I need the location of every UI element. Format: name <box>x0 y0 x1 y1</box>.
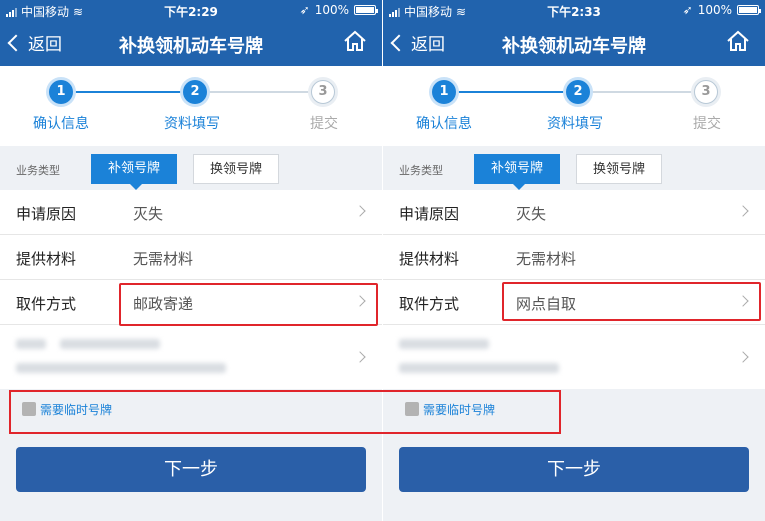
reason-row[interactable]: 申请原因 灭失 <box>0 190 382 235</box>
temp-plate-checkbox[interactable] <box>405 402 419 416</box>
temp-plate-option[interactable]: 需要临时号牌 <box>0 390 382 428</box>
outlet-row[interactable] <box>383 325 765 389</box>
replace-plate-button[interactable]: 换领号牌 <box>576 154 662 184</box>
step-line-2 <box>579 91 706 93</box>
blurred-text <box>60 339 160 349</box>
battery-icon <box>737 5 761 15</box>
pickup-method-label: 取件方式 <box>399 295 460 313</box>
form-list: 申请原因 灭失 提供材料 无需材料 取件方式 邮政寄递 <box>0 190 382 389</box>
business-type-bar: 业务类型 补领号牌 换领号牌 <box>383 146 765 190</box>
home-icon[interactable] <box>342 28 368 54</box>
step-3-circle: 3 <box>694 80 718 104</box>
step-2-circle: 2 <box>183 80 207 104</box>
step-line-1 <box>61 91 196 93</box>
blurred-text <box>16 363 226 373</box>
progress-stepper: 1 2 3 确认信息 资料填写 提交 <box>0 66 382 146</box>
step-line-1 <box>444 91 579 93</box>
reissue-plate-button[interactable]: 补领号牌 <box>474 154 560 190</box>
chevron-right-icon <box>354 351 366 363</box>
nav-bar: 返回 补换领机动车号牌 <box>0 22 382 66</box>
step-3-circle: 3 <box>311 80 335 104</box>
pickup-method-row[interactable]: 取件方式 邮政寄递 <box>0 280 382 325</box>
pickup-method-row[interactable]: 取件方式 网点自取 <box>383 280 765 325</box>
temp-plate-option[interactable]: 需要临时号牌 <box>383 390 765 428</box>
battery-icon <box>354 5 378 15</box>
header: 中国移动 ≋ 下午2:33 ➶ 100% 返回 补换领机动车号牌 <box>383 0 765 66</box>
materials-value: 无需材料 <box>133 250 194 268</box>
step-3-label: 提交 <box>310 116 338 132</box>
pickup-method-label: 取件方式 <box>16 295 77 313</box>
temp-plate-label[interactable]: 需要临时号牌 <box>40 401 112 418</box>
form-list: 申请原因 灭失 提供材料 无需材料 取件方式 网点自取 <box>383 190 765 389</box>
replace-plate-button[interactable]: 换领号牌 <box>193 154 279 184</box>
reason-row[interactable]: 申请原因 灭失 <box>383 190 765 235</box>
materials-row: 提供材料 无需材料 <box>383 235 765 280</box>
page-title: 补换领机动车号牌 <box>119 36 263 57</box>
reason-value: 灭失 <box>516 205 547 223</box>
reason-label: 申请原因 <box>16 205 77 223</box>
materials-label: 提供材料 <box>399 250 460 268</box>
reason-value: 灭失 <box>133 205 164 223</box>
step-line-2 <box>196 91 323 93</box>
phone-screen-left: 中国移动 ≋ 下午2:29 ➶ 100% 返回 补换领机动车号牌 1 2 3 确… <box>0 0 382 521</box>
step-2-circle: 2 <box>566 80 590 104</box>
step-1-label: 确认信息 <box>416 116 472 132</box>
status-bar: 中国移动 ≋ 下午2:29 ➶ 100% <box>0 0 382 20</box>
blurred-text <box>16 339 46 349</box>
reason-label: 申请原因 <box>399 205 460 223</box>
chevron-right-icon <box>737 351 749 363</box>
temp-plate-label[interactable]: 需要临时号牌 <box>423 401 495 418</box>
materials-value: 无需材料 <box>516 250 577 268</box>
pickup-method-value: 网点自取 <box>516 295 577 313</box>
location-icon: ➶ <box>682 3 693 17</box>
address-row[interactable] <box>0 325 382 389</box>
materials-label: 提供材料 <box>16 250 77 268</box>
business-type-bar: 业务类型 补领号牌 换领号牌 <box>0 146 382 190</box>
blurred-text <box>399 363 559 373</box>
location-icon: ➶ <box>299 3 310 17</box>
progress-stepper: 1 2 3 确认信息 资料填写 提交 <box>383 66 765 146</box>
step-1-circle: 1 <box>432 80 456 104</box>
next-button[interactable]: 下一步 <box>16 447 366 492</box>
status-bar: 中国移动 ≋ 下午2:33 ➶ 100% <box>383 0 765 20</box>
step-2-label: 资料填写 <box>547 116 603 132</box>
materials-row: 提供材料 无需材料 <box>0 235 382 280</box>
chevron-right-icon <box>737 295 749 307</box>
header: 中国移动 ≋ 下午2:29 ➶ 100% 返回 补换领机动车号牌 <box>0 0 382 66</box>
battery-percent: 100% <box>314 3 349 17</box>
reissue-plate-button[interactable]: 补领号牌 <box>91 154 177 190</box>
blurred-text <box>399 339 489 349</box>
step-1-circle: 1 <box>49 80 73 104</box>
step-1-label: 确认信息 <box>33 116 89 132</box>
chevron-right-icon <box>354 295 366 307</box>
business-type-label: 业务类型 <box>16 164 60 177</box>
phone-screen-right: 中国移动 ≋ 下午2:33 ➶ 100% 返回 补换领机动车号牌 1 2 3 确… <box>383 0 765 521</box>
business-type-label: 业务类型 <box>399 164 443 177</box>
next-button[interactable]: 下一步 <box>399 447 749 492</box>
chevron-right-icon <box>737 205 749 217</box>
chevron-right-icon <box>354 205 366 217</box>
step-2-label: 资料填写 <box>164 116 220 132</box>
step-3-label: 提交 <box>693 116 721 132</box>
home-icon[interactable] <box>725 28 751 54</box>
temp-plate-checkbox[interactable] <box>22 402 36 416</box>
pickup-method-value: 邮政寄递 <box>133 295 194 313</box>
battery-percent: 100% <box>697 3 732 17</box>
nav-bar: 返回 补换领机动车号牌 <box>383 22 765 66</box>
page-title: 补换领机动车号牌 <box>502 36 646 57</box>
